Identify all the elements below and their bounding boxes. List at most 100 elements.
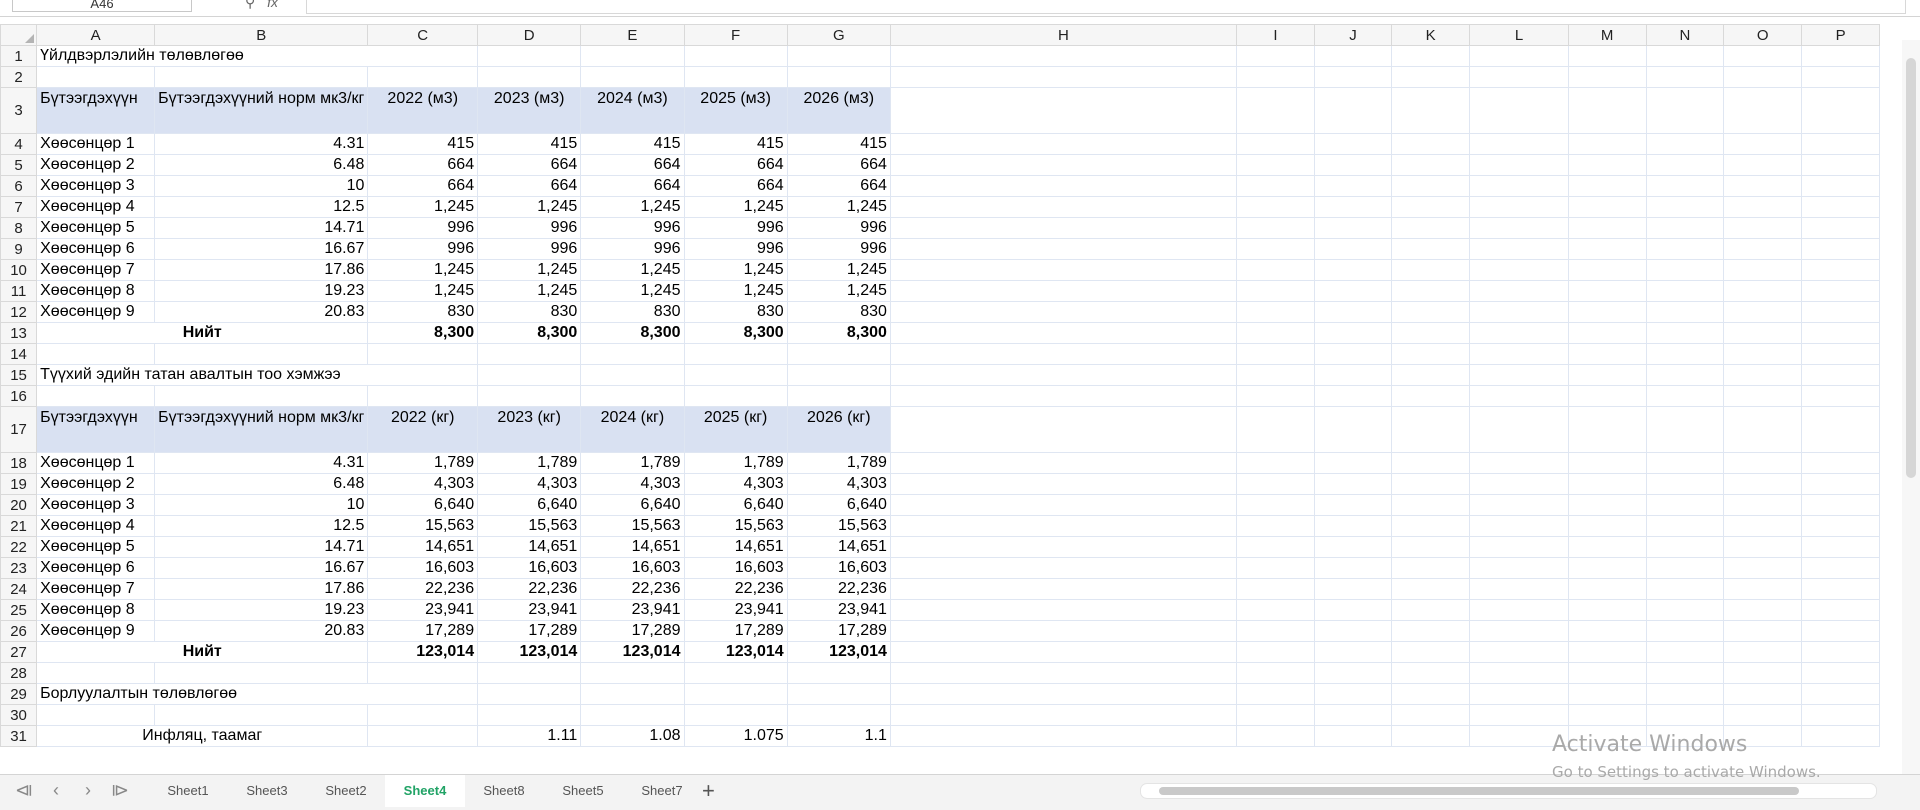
empty-cell[interactable] xyxy=(683,704,788,726)
value-cell[interactable]: 15,563 xyxy=(580,515,685,537)
table-header-cell[interactable]: Бүтээгдэхүүн xyxy=(36,87,156,134)
empty-cell[interactable] xyxy=(36,385,156,407)
table-header-cell[interactable]: 2025 (м3) xyxy=(683,87,788,134)
value-cell[interactable]: 16.67 xyxy=(154,238,369,260)
column-header-i[interactable]: I xyxy=(1235,24,1316,46)
empty-cell[interactable] xyxy=(1390,725,1471,747)
empty-cell[interactable] xyxy=(1390,641,1471,663)
empty-cell[interactable] xyxy=(1314,620,1392,642)
empty-cell[interactable] xyxy=(1390,87,1471,134)
empty-cell[interactable] xyxy=(1390,364,1471,386)
product-name-cell[interactable]: Хөөсөнцөр 1 xyxy=(36,133,156,155)
empty-cell[interactable] xyxy=(1645,259,1725,281)
value-cell[interactable]: 664 xyxy=(786,154,891,176)
sheet-tab-sheet1[interactable]: Sheet1 xyxy=(148,775,228,807)
empty-cell[interactable] xyxy=(1390,515,1471,537)
empty-cell[interactable] xyxy=(889,641,1237,663)
value-cell[interactable]: 996 xyxy=(683,217,788,239)
empty-cell[interactable] xyxy=(1567,217,1647,239)
empty-cell[interactable] xyxy=(580,704,685,726)
empty-cell[interactable] xyxy=(1235,406,1316,453)
empty-cell[interactable] xyxy=(1645,322,1725,344)
row-header[interactable]: 17 xyxy=(0,406,38,453)
empty-cell[interactable] xyxy=(1567,322,1647,344)
empty-cell[interactable] xyxy=(1469,133,1569,155)
empty-cell[interactable] xyxy=(1723,557,1803,579)
value-cell[interactable]: 830 xyxy=(683,301,788,323)
empty-cell[interactable] xyxy=(1645,536,1725,558)
empty-cell[interactable] xyxy=(1314,259,1392,281)
column-header-n[interactable]: N xyxy=(1645,24,1725,46)
empty-cell[interactable] xyxy=(1801,494,1880,516)
table-header-cell[interactable]: Бүтээгдэхүүн xyxy=(36,406,156,453)
value-cell[interactable]: 664 xyxy=(786,175,891,197)
value-cell[interactable]: 1,245 xyxy=(683,259,788,281)
empty-cell[interactable] xyxy=(477,343,582,365)
empty-cell[interactable] xyxy=(1314,683,1392,705)
empty-cell[interactable] xyxy=(1567,620,1647,642)
value-cell[interactable]: 14,651 xyxy=(580,536,685,558)
value-cell[interactable]: 830 xyxy=(786,301,891,323)
empty-cell[interactable] xyxy=(683,385,788,407)
empty-cell[interactable] xyxy=(1723,578,1803,600)
empty-cell[interactable] xyxy=(1801,301,1880,323)
row-header[interactable]: 31 xyxy=(0,725,38,747)
product-name-cell[interactable]: Хөөсөнцөр 5 xyxy=(36,217,156,239)
row-header[interactable]: 30 xyxy=(0,704,38,726)
empty-cell[interactable] xyxy=(1801,599,1880,621)
empty-cell[interactable] xyxy=(1567,452,1647,474)
empty-cell[interactable] xyxy=(889,557,1237,579)
empty-cell[interactable] xyxy=(1645,683,1725,705)
empty-cell[interactable] xyxy=(1645,557,1725,579)
empty-cell[interactable] xyxy=(1567,578,1647,600)
value-cell[interactable]: 996 xyxy=(580,238,685,260)
row-header[interactable]: 27 xyxy=(0,641,38,663)
empty-cell[interactable] xyxy=(1235,196,1316,218)
empty-cell[interactable] xyxy=(889,662,1237,684)
column-header-j[interactable]: J xyxy=(1314,24,1392,46)
empty-cell[interactable] xyxy=(1645,45,1725,67)
empty-cell[interactable] xyxy=(580,683,685,705)
product-name-cell[interactable]: Хөөсөнцөр 2 xyxy=(36,154,156,176)
sheet-tab-sheet8[interactable]: Sheet8 xyxy=(464,775,544,807)
column-header-o[interactable]: O xyxy=(1723,24,1803,46)
value-cell[interactable]: 16,603 xyxy=(786,557,891,579)
empty-cell[interactable] xyxy=(1645,599,1725,621)
empty-cell[interactable] xyxy=(1801,662,1880,684)
empty-cell[interactable] xyxy=(1314,45,1392,67)
inflation-value-cell[interactable]: 1.08 xyxy=(580,725,685,747)
empty-cell[interactable] xyxy=(1314,322,1392,344)
select-all-corner[interactable] xyxy=(0,24,38,46)
empty-cell[interactable] xyxy=(1567,536,1647,558)
empty-cell[interactable] xyxy=(477,45,582,67)
table-header-cell[interactable]: Бүтээгдэхүүний норм мк3/кг xyxy=(154,87,369,134)
value-cell[interactable]: 996 xyxy=(580,217,685,239)
empty-cell[interactable] xyxy=(36,662,156,684)
empty-cell[interactable] xyxy=(1469,578,1569,600)
empty-cell[interactable] xyxy=(1235,322,1316,344)
value-cell[interactable]: 15,563 xyxy=(367,515,479,537)
empty-cell[interactable] xyxy=(1567,280,1647,302)
value-cell[interactable]: 1,245 xyxy=(580,280,685,302)
value-cell[interactable]: 4,303 xyxy=(683,473,788,495)
empty-cell[interactable] xyxy=(1723,364,1803,386)
empty-cell[interactable] xyxy=(1801,683,1880,705)
empty-cell[interactable] xyxy=(1469,301,1569,323)
empty-cell[interactable] xyxy=(1390,578,1471,600)
table-header-cell[interactable]: 2023 (м3) xyxy=(477,87,582,134)
empty-cell[interactable] xyxy=(1645,641,1725,663)
value-cell[interactable]: 1,245 xyxy=(683,196,788,218)
empty-cell[interactable] xyxy=(786,683,891,705)
empty-cell[interactable] xyxy=(1801,66,1880,88)
empty-cell[interactable] xyxy=(1567,343,1647,365)
empty-cell[interactable] xyxy=(1567,45,1647,67)
empty-cell[interactable] xyxy=(1723,322,1803,344)
value-cell[interactable]: 16,603 xyxy=(367,557,479,579)
empty-cell[interactable] xyxy=(1645,343,1725,365)
empty-cell[interactable] xyxy=(1723,494,1803,516)
value-cell[interactable]: 17,289 xyxy=(367,620,479,642)
total-value-cell[interactable]: 8,300 xyxy=(683,322,788,344)
value-cell[interactable]: 415 xyxy=(580,133,685,155)
empty-cell[interactable] xyxy=(889,175,1237,197)
row-header[interactable]: 4 xyxy=(0,133,38,155)
